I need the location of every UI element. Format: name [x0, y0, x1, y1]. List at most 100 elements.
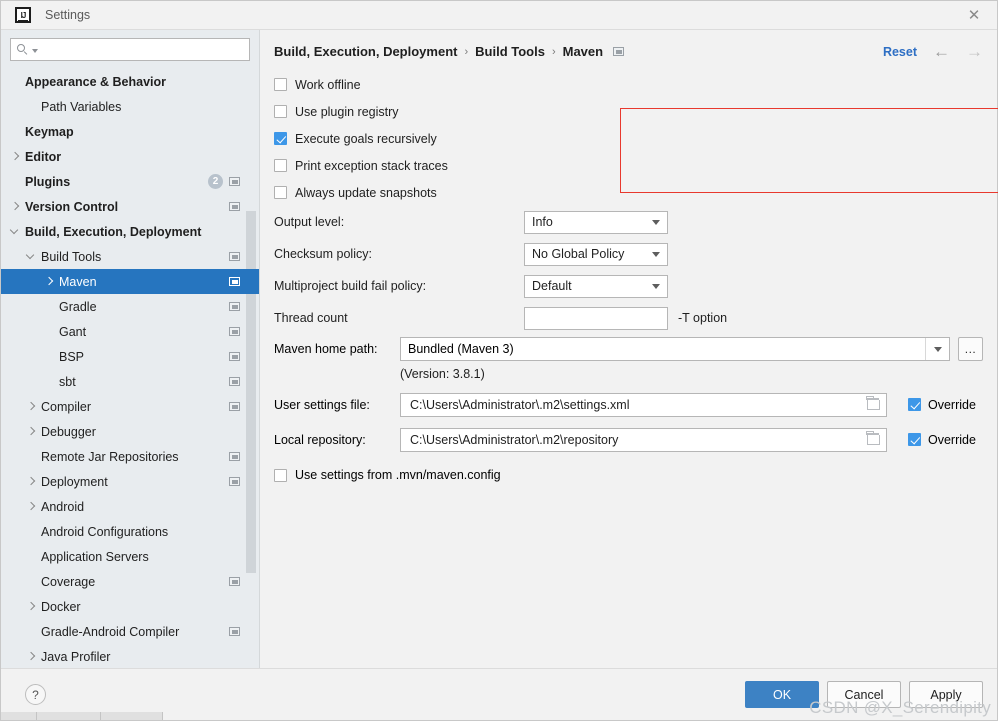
sidebar-item-editor[interactable]: Editor — [1, 144, 259, 169]
local-repository-row: Local repository: Override — [274, 422, 997, 457]
reset-button[interactable]: Reset — [883, 45, 917, 59]
checkbox-row: Print exception stack traces — [274, 152, 997, 179]
search-input[interactable] — [41, 41, 243, 58]
user-settings-file-row: User settings file: Override — [274, 387, 997, 422]
dialog-body: Appearance & Behavior Path Variables Keyma… — [1, 30, 998, 668]
sidebar-item-version-control[interactable]: Version Control — [1, 194, 259, 219]
checkbox-work-offline[interactable] — [274, 78, 287, 91]
chevron-down-icon[interactable] — [32, 49, 38, 53]
settings-main-panel: Build, Execution, Deployment › Build Too… — [260, 30, 998, 668]
sidebar-item-gant[interactable]: Gant — [1, 319, 259, 344]
user-settings-file-input[interactable] — [408, 396, 860, 413]
sidebar-item-maven[interactable]: Maven — [1, 269, 259, 294]
checkbox-always-update-snapshots[interactable] — [274, 186, 287, 199]
local-repository-field[interactable] — [400, 427, 887, 452]
chevron-down-icon[interactable] — [10, 226, 21, 237]
thread-count-input[interactable] — [524, 306, 668, 330]
user-settings-override-checkbox[interactable] — [908, 398, 921, 411]
sidebar-item-label: BSP — [59, 349, 85, 364]
folder-icon[interactable] — [860, 429, 886, 451]
apply-button[interactable]: Apply — [909, 681, 983, 708]
forward-arrow-icon[interactable]: → — [966, 43, 983, 60]
chevron-right-icon[interactable] — [26, 476, 37, 487]
search-box[interactable] — [10, 38, 250, 61]
back-arrow-icon[interactable]: ← — [933, 43, 950, 60]
chevron-right-icon[interactable] — [26, 651, 37, 662]
sidebar-item-compiler[interactable]: Compiler — [1, 394, 259, 419]
project-scope-icon — [229, 452, 240, 461]
sidebar-item-gradle-android-compiler[interactable]: Gradle-Android Compiler — [1, 619, 259, 644]
close-icon[interactable]: ✕ — [951, 1, 997, 29]
chevron-right-icon[interactable] — [26, 601, 37, 612]
user-settings-override-label: Override — [928, 397, 976, 412]
user-settings-file-field[interactable] — [400, 392, 887, 417]
checkbox-use-plugin-registry[interactable] — [274, 105, 287, 118]
sidebar-item-build-execution-deployment[interactable]: Build, Execution, Deployment — [1, 219, 259, 244]
breadcrumb-item-build-tools[interactable]: Build Tools — [475, 44, 545, 59]
help-button[interactable]: ? — [25, 684, 46, 705]
chevron-right-icon[interactable] — [10, 151, 21, 162]
local-repository-override-wrap: Override — [908, 433, 976, 447]
chevron-right-icon[interactable] — [26, 426, 37, 437]
sidebar-item-label: Plugins — [25, 174, 71, 189]
sidebar-item-appearance-behavior[interactable]: Appearance & Behavior — [1, 69, 259, 94]
sidebar-item-android[interactable]: Android — [1, 494, 259, 519]
project-scope-icon — [229, 277, 240, 286]
local-repository-input[interactable] — [408, 431, 860, 448]
breadcrumb-separator-2: › — [551, 45, 556, 58]
output-level-label: Output level: — [274, 215, 345, 229]
sidebar-item-label: Coverage — [41, 574, 96, 589]
checkbox-label: Work offline — [295, 77, 361, 92]
sidebar-item-remote-jar-repositories[interactable]: Remote Jar Repositories — [1, 444, 259, 469]
sidebar-item-coverage[interactable]: Coverage — [1, 569, 259, 594]
breadcrumb-item-build-execution-deployment[interactable]: Build, Execution, Deployment — [274, 44, 457, 59]
project-scope-icon[interactable] — [613, 47, 625, 56]
chevron-right-icon[interactable] — [26, 501, 37, 512]
multiproject-policy-select[interactable]: Default — [524, 274, 668, 298]
sidebar-item-android-configurations[interactable]: Android Configurations — [1, 519, 259, 544]
ok-button[interactable]: OK — [745, 681, 819, 708]
sidebar-item-sbt[interactable]: sbt — [1, 369, 259, 394]
chevron-down-icon[interactable] — [925, 338, 949, 360]
sidebar-item-bsp[interactable]: BSP — [1, 344, 259, 369]
mvn-config-checkbox[interactable] — [274, 468, 287, 482]
sidebar-item-java-profiler[interactable]: Java Profiler — [1, 644, 259, 668]
settings-sidebar: Appearance & Behavior Path Variables Keyma… — [1, 30, 260, 668]
project-scope-icon — [229, 627, 240, 636]
project-scope-icon — [229, 302, 240, 311]
project-scope-icon — [229, 252, 240, 261]
chevron-right-icon[interactable] — [44, 276, 55, 287]
local-repository-override-checkbox[interactable] — [908, 433, 921, 446]
sidebar-item-keymap[interactable]: Keymap — [1, 119, 259, 144]
checkbox-execute-goals-recursively[interactable] — [274, 132, 287, 145]
checkbox-print-exception-stack-traces[interactable] — [274, 159, 287, 172]
chevron-down-icon — [645, 276, 667, 297]
maven-home-path-row: Maven home path: Bundled (Maven 3) ... — [274, 334, 997, 364]
chevron-right-icon[interactable] — [26, 401, 37, 412]
maven-home-browse-button[interactable]: ... — [958, 337, 983, 361]
sidebar-item-docker[interactable]: Docker — [1, 594, 259, 619]
maven-home-path-select[interactable]: Bundled (Maven 3) — [400, 337, 950, 361]
sidebar-item-application-servers[interactable]: Application Servers — [1, 544, 259, 569]
sidebar-item-gradle[interactable]: Gradle — [1, 294, 259, 319]
checksum-policy-select[interactable]: No Global Policy — [524, 242, 668, 266]
chevron-down-icon[interactable] — [26, 251, 37, 262]
chevron-right-icon[interactable] — [10, 201, 21, 212]
project-scope-icon — [229, 202, 240, 211]
sidebar-item-path-variables[interactable]: Path Variables — [1, 94, 259, 119]
output-level-select[interactable]: Info — [524, 210, 668, 234]
sidebar-item-deployment[interactable]: Deployment — [1, 469, 259, 494]
sidebar-item-build-tools[interactable]: Build Tools — [1, 244, 259, 269]
cancel-button[interactable]: Cancel — [827, 681, 901, 708]
settings-dialog: IJ Settings ✕ Appearance & Behavior Path… — [0, 0, 998, 721]
local-repository-override-label: Override — [928, 432, 976, 447]
checksum-policy-row: Checksum policy: No Global Policy — [274, 238, 997, 270]
sidebar-item-debugger[interactable]: Debugger — [1, 419, 259, 444]
folder-icon[interactable] — [860, 394, 886, 416]
breadcrumb-item-maven[interactable]: Maven — [563, 44, 603, 59]
sidebar-item-plugins[interactable]: Plugins 2 — [1, 169, 259, 194]
